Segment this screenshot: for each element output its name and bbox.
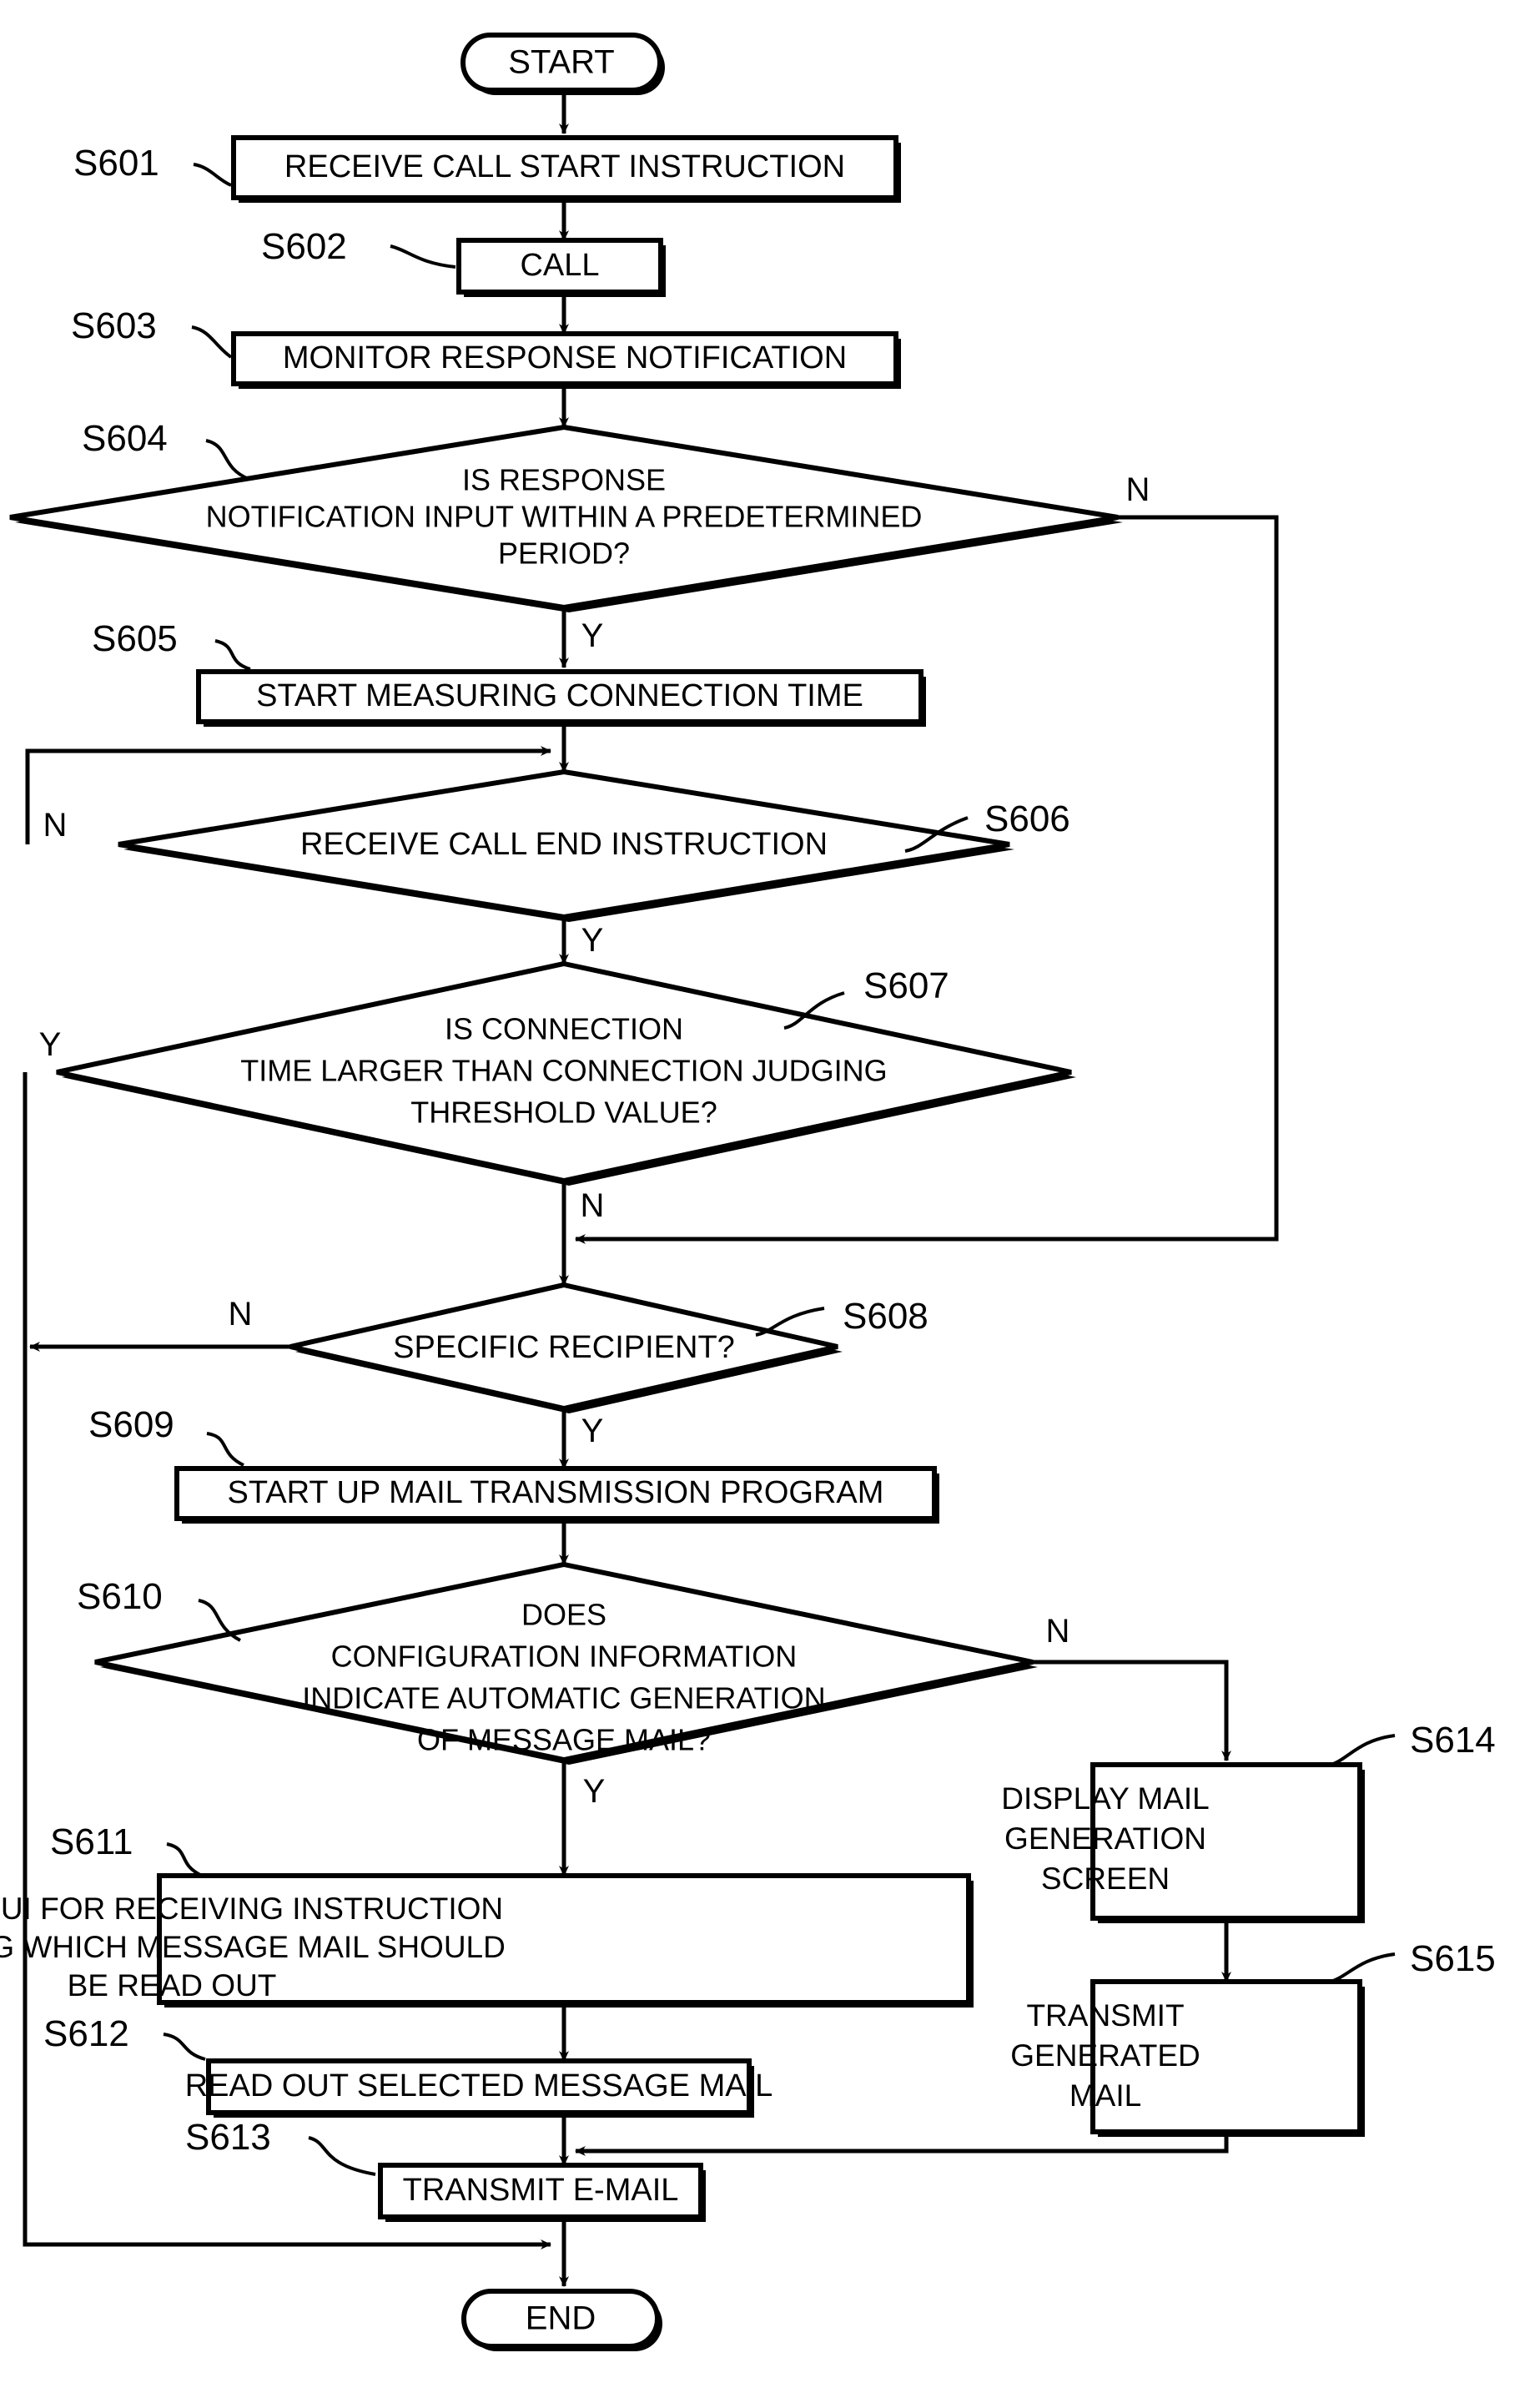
s615-tag: S615 xyxy=(1410,1938,1496,1979)
s602-label: CALL xyxy=(520,248,599,283)
node-s611: DISPLAY GUI FOR RECEIVING INSTRUCTION IN… xyxy=(0,1873,974,2008)
s611-line1: DISPLAY GUI FOR RECEIVING INSTRUCTION xyxy=(0,1892,503,1926)
s609-label: START UP MAIL TRANSMISSION PROGRAM xyxy=(228,1475,884,1510)
s601-label: RECEIVE CALL START INSTRUCTION xyxy=(284,149,845,184)
node-s605: START MEASURING CONNECTION TIME xyxy=(196,669,926,727)
branch-label-s604-no: N xyxy=(1126,471,1150,508)
s608-label: SPECIFIC RECIPIENT? xyxy=(393,1330,735,1365)
node-s609: START UP MAIL TRANSMISSION PROGRAM xyxy=(174,1466,939,1524)
s614-tag: S614 xyxy=(1410,1720,1496,1761)
s604-line3: PERIOD? xyxy=(498,537,630,571)
branch-label-s610-yes: Y xyxy=(583,1773,606,1810)
s603-label: MONITOR RESPONSE NOTIFICATION xyxy=(283,340,847,375)
start-label: START xyxy=(508,44,614,81)
s601-tag: S601 xyxy=(73,143,159,184)
s604-tag: S604 xyxy=(82,418,168,459)
node-s601: RECEIVE CALL START INSTRUCTION xyxy=(231,135,901,203)
s602-tag: S602 xyxy=(261,226,347,267)
branch-label-s606-no: N xyxy=(43,807,68,844)
s612-label: READ OUT SELECTED MESSAGE MAIL xyxy=(185,2068,773,2103)
s614-line3: SCREEN xyxy=(1041,1861,1170,1896)
flowchart-canvas: START RECEIVE CALL START INSTRUCTION S60… xyxy=(0,0,1540,2398)
s610-line2: CONFIGURATION INFORMATION xyxy=(331,1640,798,1674)
s614-line1: DISPLAY MAIL xyxy=(1001,1781,1210,1816)
branch-label-s607-yes: Y xyxy=(39,1026,62,1063)
s607-line1: IS CONNECTION xyxy=(445,1012,683,1046)
s606-label: RECEIVE CALL END INSTRUCTION xyxy=(300,827,828,862)
branch-label-s604-yes: Y xyxy=(581,617,604,654)
node-s602: CALL xyxy=(456,238,666,297)
branch-label-s608-yes: Y xyxy=(581,1413,604,1449)
s605-label: START MEASURING CONNECTION TIME xyxy=(256,678,863,713)
s613-label: TRANSMIT E-MAIL xyxy=(403,2173,679,2208)
s604-line1: IS RESPONSE xyxy=(462,463,666,497)
s610-line3: INDICATE AUTOMATIC GENERATION xyxy=(302,1681,825,1715)
s605-tag: S605 xyxy=(92,618,178,659)
s611-tag: S611 xyxy=(50,1821,133,1862)
s607-line3: THRESHOLD VALUE? xyxy=(410,1096,717,1130)
s610-line1: DOES xyxy=(521,1598,606,1632)
node-s603: MONITOR RESPONSE NOTIFICATION xyxy=(231,331,901,389)
branch-label-s608-no: N xyxy=(229,1296,253,1333)
s608-tag: S608 xyxy=(843,1296,929,1337)
branch-label-s610-no: N xyxy=(1046,1613,1070,1650)
branch-label-s607-no: N xyxy=(581,1187,605,1224)
s615-line3: MAIL xyxy=(1069,2078,1141,2113)
s607-line2: TIME LARGER THAN CONNECTION JUDGING xyxy=(240,1054,887,1088)
s610-tag: S610 xyxy=(77,1576,163,1617)
s610-line4: OF MESSAGE MAIL? xyxy=(417,1723,711,1757)
s603-tag: S603 xyxy=(71,305,157,346)
terminal-start: START xyxy=(460,33,665,95)
s606-tag: S606 xyxy=(984,798,1070,839)
s612-tag: S612 xyxy=(43,2013,129,2054)
s613-tag: S613 xyxy=(185,2117,271,2158)
branch-label-s606-yes: Y xyxy=(581,922,604,959)
s611-line2: INDICATING WHICH MESSAGE MAIL SHOULD xyxy=(0,1930,506,1964)
s607-tag: S607 xyxy=(863,965,949,1006)
s614-line2: GENERATION xyxy=(1004,1821,1206,1856)
end-label: END xyxy=(526,2300,596,2337)
flowchart-svg: START RECEIVE CALL START INSTRUCTION S60… xyxy=(0,0,1540,2398)
terminal-end: END xyxy=(461,2289,662,2351)
node-s613: TRANSMIT E-MAIL xyxy=(378,2163,706,2222)
s611-line3: BE READ OUT xyxy=(68,1968,277,2003)
s609-tag: S609 xyxy=(88,1404,174,1445)
s615-line1: TRANSMIT xyxy=(1026,1998,1184,2033)
s604-line2: NOTIFICATION INPUT WITHIN A PREDETERMINE… xyxy=(206,500,923,534)
node-s612: READ OUT SELECTED MESSAGE MAIL xyxy=(185,2058,773,2118)
s615-line2: GENERATED xyxy=(1010,2038,1200,2073)
